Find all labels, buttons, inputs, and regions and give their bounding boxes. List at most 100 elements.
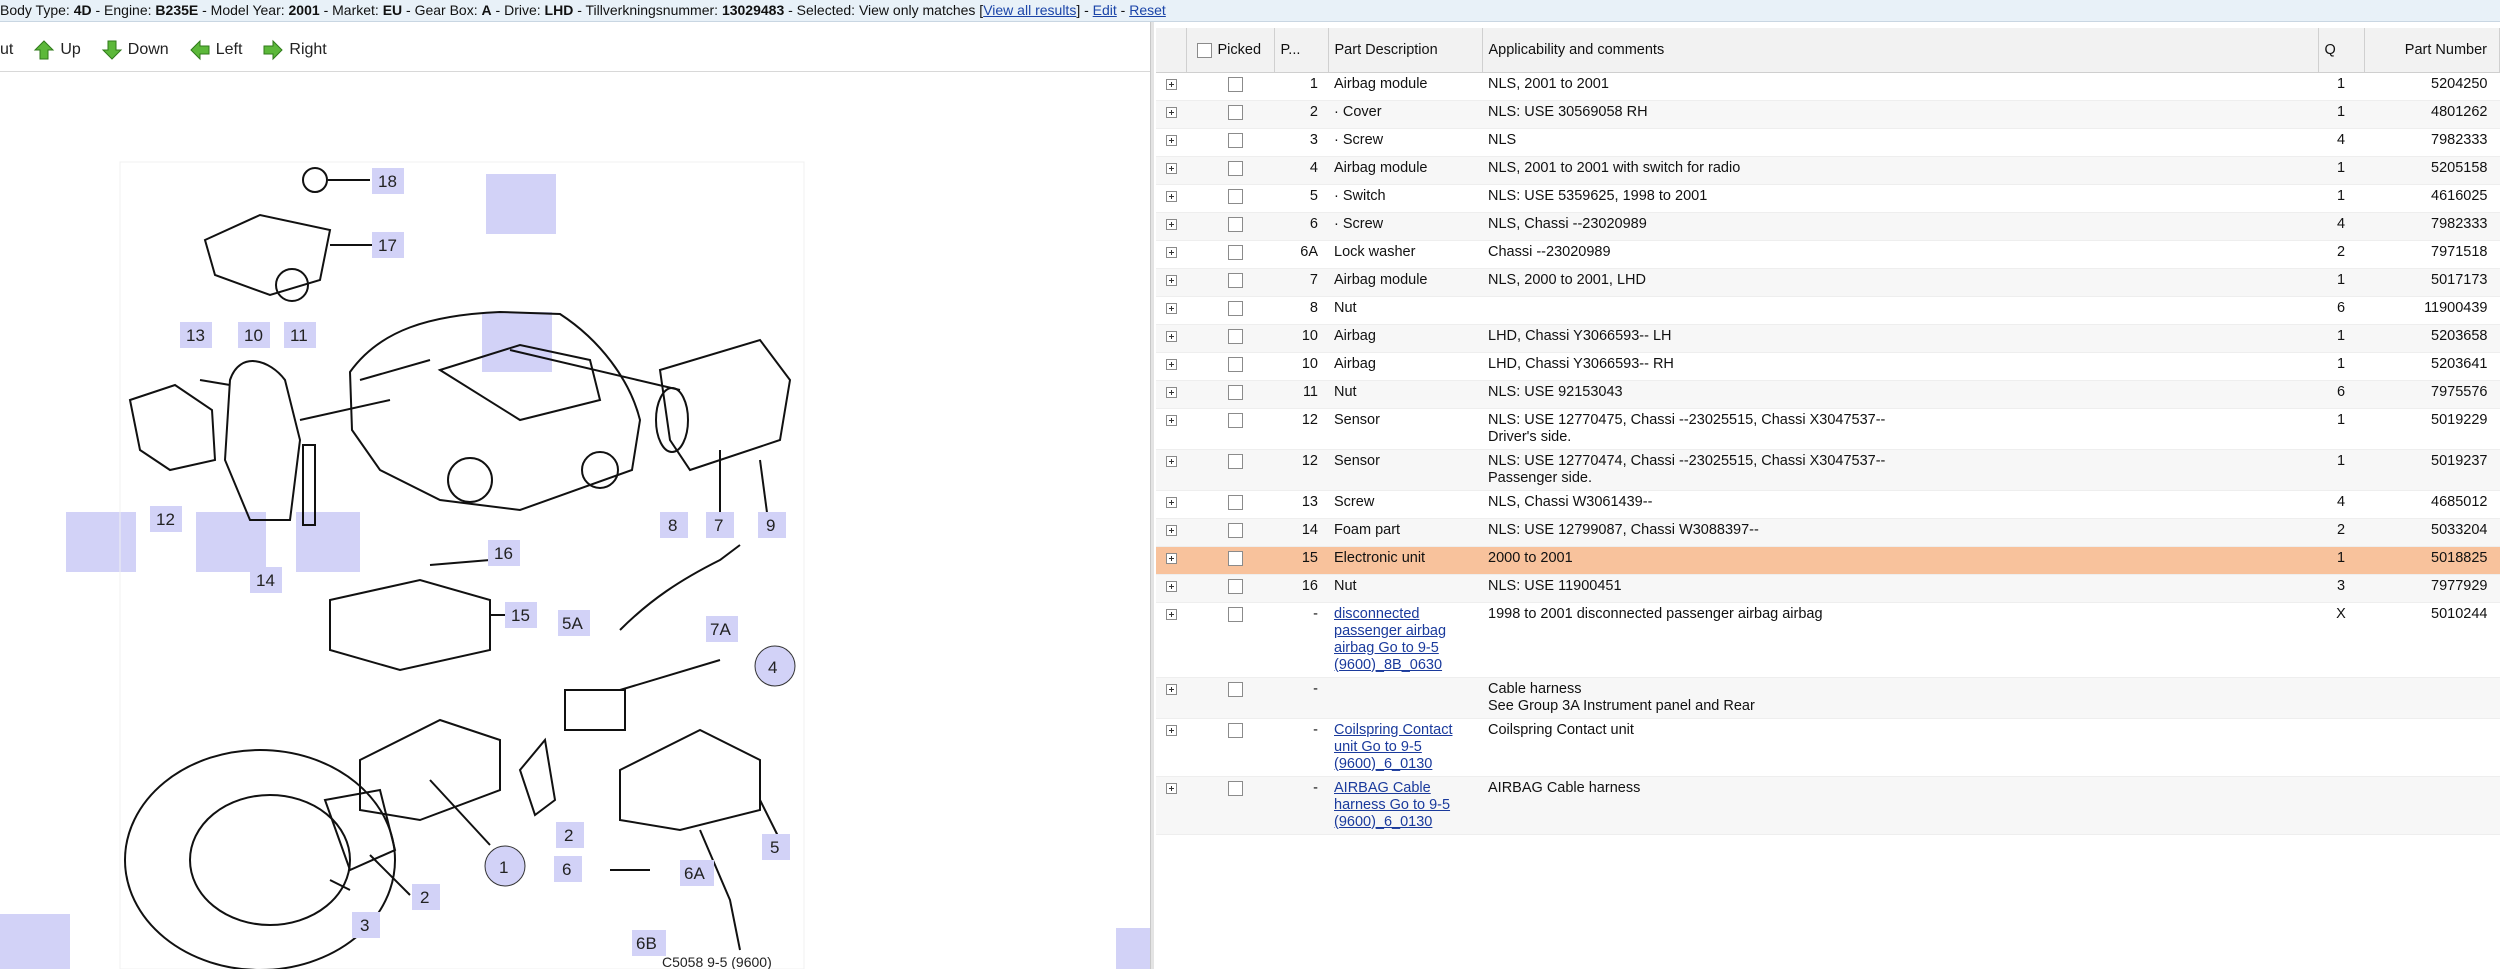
edit-link[interactable]: Edit [1093,2,1117,18]
expand-cell[interactable] [1156,240,1186,269]
expand-cell[interactable] [1156,546,1186,575]
pick-checkbox[interactable] [1228,494,1243,510]
pick-checkbox[interactable] [1228,522,1243,538]
expand-icon[interactable] [1165,106,1177,118]
pick-checkbox[interactable] [1228,300,1243,316]
callout-6[interactable]: 6 [554,856,582,882]
pick-checkbox[interactable] [1228,384,1243,400]
expand-icon[interactable] [1165,78,1177,90]
pick-checkbox[interactable] [1228,578,1243,594]
picked-cell[interactable] [1186,518,1274,547]
picked-column-header[interactable]: Picked [1186,28,1275,73]
callout-12[interactable]: 12 [150,506,182,532]
pick-checkbox[interactable] [1228,681,1243,697]
expand-cell[interactable] [1156,776,1186,835]
table-row[interactable]: 16 Nut NLS: USE 11900451 3 7977929 [1156,574,2500,603]
table-row[interactable]: 12 Sensor NLS: USE 12770475, Chassi --2302… [1156,408,2500,450]
pick-checkbox[interactable] [1228,606,1243,622]
callout-15[interactable]: 15 [505,602,537,628]
expand-cell[interactable] [1156,212,1186,241]
table-row[interactable]: 2 · Cover NLS: USE 30569058 RH 1 4801262 [1156,100,2500,129]
table-row[interactable]: - Cable harness See Group 3A Instrument pa… [1156,677,2500,719]
picked-cell[interactable] [1186,128,1274,157]
table-row[interactable]: 6A Lock washer Chassi --23020989 2 7971518 [1156,240,2500,269]
callout-6b[interactable]: 6B [632,930,666,956]
table-row[interactable]: 12 Sensor NLS: USE 12770474, Chassi --2302… [1156,449,2500,491]
expand-icon[interactable] [1165,190,1177,202]
picked-cell[interactable] [1186,184,1274,213]
callout-2b[interactable]: 2 [412,884,440,910]
expand-cell[interactable] [1156,677,1186,719]
description-link[interactable]: Coilspring Contact unit Go to 9-5 (9600)… [1334,722,1452,772]
picked-cell[interactable] [1186,324,1274,353]
expand-icon[interactable] [1165,552,1177,564]
picked-cell[interactable] [1186,449,1274,491]
table-row[interactable]: 7 Airbag module NLS, 2000 to 2001, LHD 1 501… [1156,268,2500,297]
expand-cell[interactable] [1156,268,1186,297]
callout-5a[interactable]: 5A [558,610,590,636]
table-row[interactable]: 10 Airbag LHD, Chassi Y3066593-- RH 1 520364… [1156,352,2500,381]
left-button[interactable]: Left [189,39,242,61]
expand-icon[interactable] [1165,496,1177,508]
right-button[interactable]: Right [262,39,327,61]
reset-link[interactable]: Reset [1129,2,1166,18]
callout-1-circle[interactable]: 1 [484,845,526,887]
expand-cell[interactable] [1156,490,1186,519]
picked-cell[interactable] [1186,546,1274,575]
part-number-column-header[interactable]: Part Number [2364,28,2500,73]
expand-cell[interactable] [1156,449,1186,491]
pick-checkbox[interactable] [1228,356,1243,372]
callout-11[interactable]: 11 [284,322,316,348]
table-row[interactable]: 3 · Screw NLS 4 7982333 [1156,128,2500,157]
expand-cell[interactable] [1156,352,1186,381]
expand-icon[interactable] [1165,302,1177,314]
expand-cell[interactable] [1156,324,1186,353]
expand-cell[interactable] [1156,602,1186,678]
expand-icon[interactable] [1165,134,1177,146]
pick-checkbox[interactable] [1228,160,1243,176]
cut-button[interactable]: ut [0,41,13,59]
comments-column-header[interactable]: Applicability and comments [1482,28,2319,73]
table-row[interactable]: 10 Airbag LHD, Chassi Y3066593-- LH 1 520365… [1156,324,2500,353]
description-cell[interactable]: disconnected passenger airbag airbag Go … [1328,602,1482,678]
table-row[interactable]: 13 Screw NLS, Chassi W3061439-- 4 4685012 [1156,490,2500,519]
table-row[interactable]: 11 Nut NLS: USE 92153043 6 7975576 [1156,380,2500,409]
picked-cell[interactable] [1186,677,1274,719]
expand-cell[interactable] [1156,574,1186,603]
pick-checkbox[interactable] [1228,216,1243,232]
table-row[interactable]: - AIRBAG Cable harness Go to 9-5 (9600)_6… [1156,776,2500,835]
description-cell[interactable]: Coilspring Contact unit Go to 9-5 (9600)… [1328,718,1482,777]
expand-icon[interactable] [1165,683,1177,695]
callout-3[interactable]: 3 [352,912,380,938]
expand-icon[interactable] [1165,330,1177,342]
picked-cell[interactable] [1186,296,1274,325]
expand-icon[interactable] [1165,246,1177,258]
expand-icon[interactable] [1165,580,1177,592]
picked-cell[interactable] [1186,212,1274,241]
quantity-column-header[interactable]: Q [2318,28,2365,73]
pick-checkbox[interactable] [1228,550,1243,566]
picked-cell[interactable] [1186,490,1274,519]
expand-cell[interactable] [1156,296,1186,325]
callout-18[interactable]: 18 [372,168,404,194]
expand-icon[interactable] [1165,358,1177,370]
callout-10[interactable]: 10 [238,322,270,348]
callout-2a[interactable]: 2 [556,822,584,848]
picked-cell[interactable] [1186,268,1274,297]
expand-cell[interactable] [1156,718,1186,777]
pick-checkbox[interactable] [1228,76,1243,92]
expand-icon[interactable] [1165,218,1177,230]
callout-16[interactable]: 16 [488,540,520,566]
callout-6a[interactable]: 6A [680,860,714,886]
table-row[interactable]: 14 Foam part NLS: USE 12799087, Chassi W30… [1156,518,2500,547]
pick-checkbox[interactable] [1228,412,1243,428]
expand-cell[interactable] [1156,184,1186,213]
picked-cell[interactable] [1186,718,1274,777]
picked-cell[interactable] [1186,408,1274,450]
parts-diagram-pane[interactable]: 18 17 13 10 11 12 14 16 15 8 7 9 7A 5A 4… [0,72,1152,969]
pick-checkbox[interactable] [1228,188,1243,204]
picked-cell[interactable] [1186,100,1274,129]
description-link[interactable]: AIRBAG Cable harness Go to 9-5 (9600)_6_… [1334,780,1450,830]
picked-cell[interactable] [1186,380,1274,409]
picked-cell[interactable] [1186,574,1274,603]
